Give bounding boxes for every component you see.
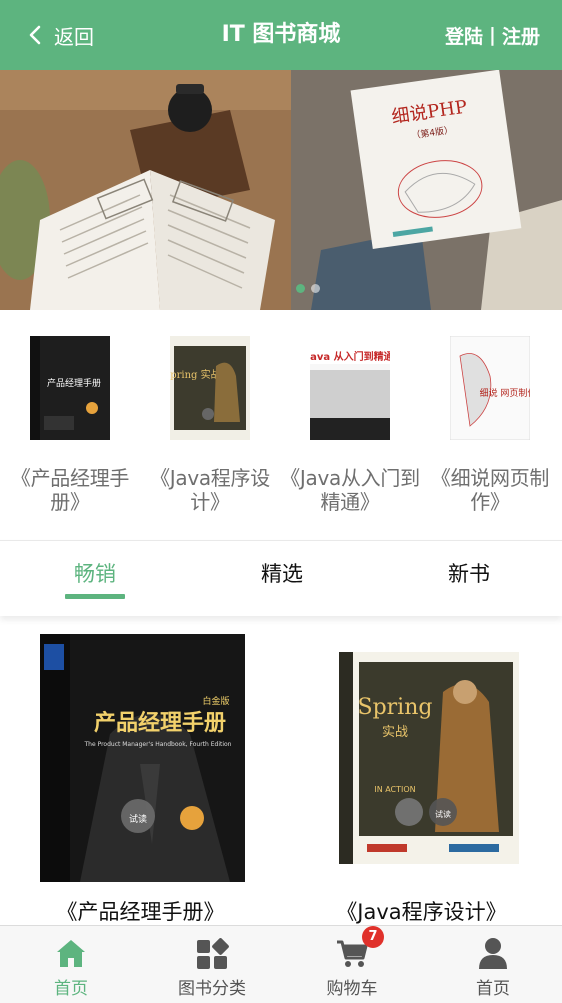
user-icon [479,938,507,969]
nav-label: 首页 [476,979,510,999]
product-cover-subtitle: 实战 [382,725,408,740]
product-cover-subtitle: The Product Manager's Handbook, Fourth E… [84,741,232,748]
tab-label: 精选 [261,562,303,586]
nav-categories[interactable]: 图书分类 [142,926,282,1003]
home-icon [57,940,85,967]
nav-label: 购物车 [326,979,378,999]
category-tabs: 畅销 精选 新书 [0,540,562,616]
carousel-dot[interactable] [311,284,320,293]
back-button[interactable]: 返回 [28,0,94,70]
open-book-photo [0,70,291,310]
auth-separator: | [489,24,496,46]
bottom-tab-bar: 首页 图书分类 7 购物车 首页 [0,925,562,1003]
product-cover: Spring 实战 IN ACTION 试读 [339,652,519,864]
nav-label: 首页 [54,979,88,999]
featured-book-item[interactable]: 细说 网页制作 《细说网页制作》 [420,330,560,514]
product-title: 《Java程序设计》 [336,900,507,924]
tab-bestseller[interactable]: 畅销 [15,541,175,613]
book-cover-title: Java 从入门到精通 [310,350,390,363]
carousel-dots [296,284,320,293]
product-cover-badge: IN ACTION [374,785,415,794]
php-book-photo: 细说PHP （第4版） [291,70,562,310]
app-header: 返回 IT 图书商城 登陆 | 注册 [0,0,562,70]
auth-links: 登陆 | 注册 [445,0,540,70]
product-card[interactable]: 产品经理手册 白金版 The Product Manager's Handboo… [0,620,281,925]
read-trial-label: 试读 [129,813,147,825]
featured-books-row: 产品经理手册 《产品经理手册》 Spring 实战 《Java程序设计》 Jav… [0,310,562,540]
featured-book-title: 《Java程序设计》 [150,466,270,514]
category-icon [197,938,229,969]
carousel-dot[interactable] [296,284,305,293]
nav-home[interactable]: 首页 [1,926,141,1003]
book-cover: Java 从入门到精通 [305,336,394,440]
product-title: 《产品经理手册》 [56,900,225,924]
product-cover-badge: 白金版 [202,695,229,707]
featured-book-item[interactable]: Spring 实战 《Java程序设计》 [140,330,280,514]
read-trial-label: 试读 [435,809,451,819]
product-cover: 产品经理手册 白金版 The Product Manager's Handboo… [40,634,245,882]
cart-badge: 7 [362,926,384,948]
featured-book-title: 《Java从入门到精通》 [280,466,420,514]
product-cover-title: Spring [358,695,433,720]
login-link[interactable]: 登陆 [445,22,483,49]
tab-label: 新书 [448,562,490,586]
banner-photo-open-book [0,70,291,310]
nav-cart[interactable]: 7 购物车 [282,926,422,1003]
product-cover-title: 产品经理手册 [94,710,226,736]
book-cover-title: 产品经理手册 [47,377,101,389]
tab-active-indicator [65,594,125,599]
book-cover-title: Spring 实战 [170,368,221,381]
tab-featured[interactable]: 精选 [202,541,362,613]
book-cover-title: 细说 网页制作 [480,387,530,399]
tab-label: 畅销 [74,562,116,586]
back-label: 返回 [54,24,94,49]
featured-book-title: 《产品经理手册》 [10,466,130,514]
banner-carousel[interactable]: 细说PHP （第4版） [0,70,562,310]
chevron-left-icon [29,25,41,45]
featured-book-item[interactable]: Java 从入门到精通 《Java从入门到精通》 [280,330,420,514]
featured-book-item[interactable]: 产品经理手册 《产品经理手册》 [0,330,140,514]
register-link[interactable]: 注册 [502,22,540,49]
banner-photo-php-book: 细说PHP （第4版） [291,70,562,310]
product-grid: 产品经理手册 白金版 The Product Manager's Handboo… [0,620,562,925]
product-card[interactable]: Spring 实战 IN ACTION 试读 《Java程序设计》 [281,620,562,925]
book-cover: 产品经理手册 [30,336,110,440]
book-cover: Spring 实战 [163,336,250,440]
nav-label: 图书分类 [178,979,246,999]
nav-profile[interactable]: 首页 [423,926,562,1003]
tab-new[interactable]: 新书 [389,541,549,613]
book-cover: 细说 网页制作 [449,335,536,441]
featured-book-title: 《细说网页制作》 [430,466,550,514]
